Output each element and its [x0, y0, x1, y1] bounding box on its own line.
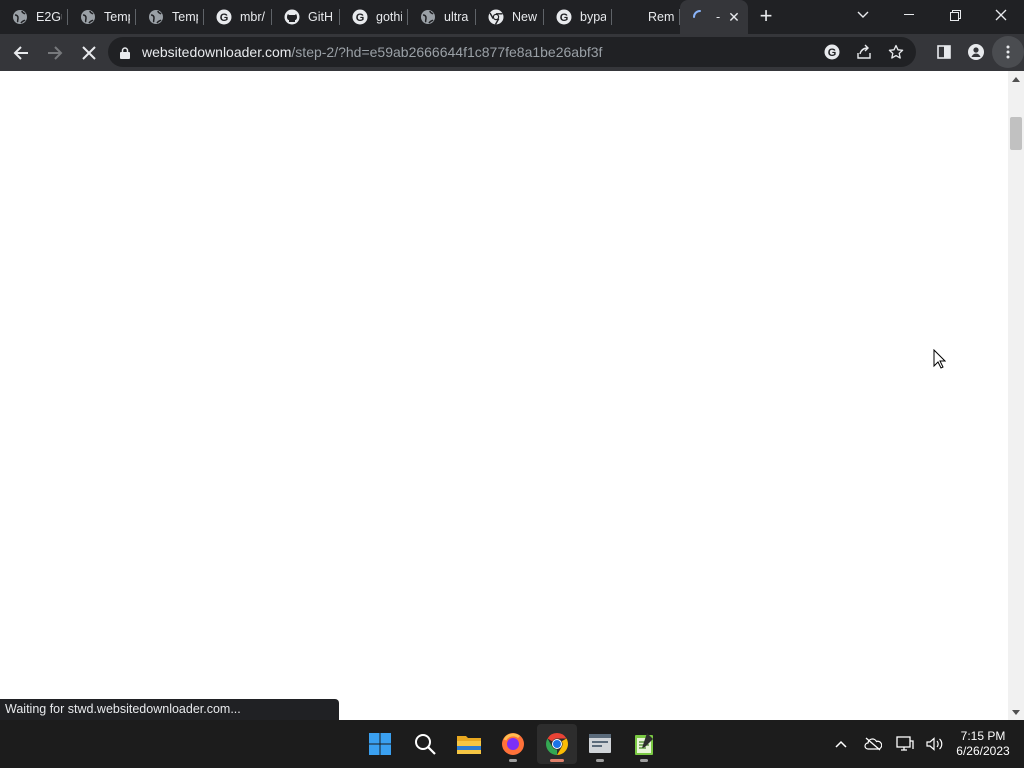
tab-label: bypa — [580, 10, 606, 24]
side-panel-icon[interactable] — [928, 36, 960, 68]
restore-button[interactable] — [932, 0, 978, 30]
tab-label: - — [716, 10, 720, 24]
url-domain: websitedownloader.com — [142, 44, 292, 60]
chevron-up-icon[interactable] — [826, 724, 856, 764]
status-bubble: Waiting for stwd.websitedownloader.com..… — [0, 699, 339, 720]
network-icon[interactable] — [890, 724, 920, 764]
tab-active[interactable]: - ✕ — [680, 0, 748, 34]
tab[interactable]: Temp — [136, 0, 204, 34]
url-text[interactable]: websitedownloader.com/step-2/?hd=e59ab26… — [142, 44, 602, 60]
tab-label: ultra — [444, 10, 469, 24]
share-icon[interactable] — [848, 37, 880, 67]
back-button[interactable] — [5, 37, 37, 69]
close-window-button[interactable] — [978, 0, 1024, 30]
system-tray — [826, 720, 950, 768]
stop-loading-button[interactable] — [73, 37, 105, 69]
close-tab-icon[interactable]: ✕ — [726, 9, 742, 25]
chrome-icon[interactable] — [537, 724, 577, 764]
search-icon[interactable] — [405, 724, 445, 764]
mouse-cursor-icon — [933, 348, 947, 374]
tab[interactable]: New — [476, 0, 544, 34]
blank-icon — [624, 9, 640, 25]
profile-avatar-icon[interactable] — [960, 36, 992, 68]
tab[interactable]: Temp — [68, 0, 136, 34]
vertical-scrollbar[interactable] — [1008, 71, 1024, 720]
windows-taskbar: 7:15 PM 6/26/2023 — [0, 720, 1024, 768]
forward-button[interactable] — [39, 37, 71, 69]
google-icon: G — [556, 9, 572, 25]
file-explorer-icon[interactable] — [449, 724, 489, 764]
tab[interactable]: GitH — [272, 0, 340, 34]
page-content — [0, 71, 1008, 720]
loading-spinner-icon — [692, 9, 708, 25]
start-icon[interactable] — [360, 724, 400, 764]
address-bar[interactable]: websitedownloader.com/step-2/?hd=e59ab26… — [108, 37, 916, 67]
tab-label: gothi — [376, 10, 402, 24]
tab[interactable]: ultra — [408, 0, 476, 34]
tab[interactable]: E2Gu — [0, 0, 68, 34]
tab[interactable]: G mbr/ — [204, 0, 272, 34]
new-tab-button[interactable]: + — [752, 3, 780, 31]
scroll-down-arrow-icon[interactable] — [1008, 704, 1024, 720]
lock-icon[interactable] — [120, 46, 130, 64]
tab-search-chevron-icon[interactable] — [840, 0, 886, 30]
browser-toolbar: websitedownloader.com/step-2/?hd=e59ab26… — [0, 34, 1024, 71]
tab[interactable]: Remo — [612, 0, 680, 34]
github-icon — [284, 9, 300, 25]
scroll-up-arrow-icon[interactable] — [1008, 71, 1024, 87]
onedrive-off-icon[interactable] — [858, 724, 888, 764]
kebab-menu-icon[interactable] — [992, 36, 1024, 68]
url-path: /step-2/?hd=e59ab2666644f1c877fe8a1be26a… — [291, 44, 603, 60]
svg-text:G: G — [220, 12, 229, 24]
clock-time: 7:15 PM — [960, 729, 1006, 743]
minimize-button[interactable] — [886, 0, 932, 30]
tab-label: Temp — [104, 10, 130, 24]
globe-icon — [148, 9, 164, 25]
tab-label: E2Gu — [36, 10, 62, 24]
bookmark-star-icon[interactable] — [880, 37, 912, 67]
svg-text:G: G — [560, 12, 569, 24]
tab-label: GitH — [308, 10, 333, 24]
tab[interactable]: G gothi — [340, 0, 408, 34]
tab[interactable]: G bypa — [544, 0, 612, 34]
svg-text:G: G — [828, 47, 837, 59]
taskbar-clock[interactable]: 7:15 PM 6/26/2023 — [950, 729, 1016, 759]
volume-icon[interactable] — [920, 724, 950, 764]
notepad-icon[interactable] — [624, 724, 664, 764]
firefox-icon[interactable] — [493, 724, 533, 764]
window-controls — [840, 0, 1024, 30]
google-icon: G — [352, 9, 368, 25]
tab-label: mbr/ — [240, 10, 265, 24]
chrome-icon — [488, 9, 504, 25]
globe-icon — [12, 9, 28, 25]
tab-label: Remo — [648, 10, 674, 24]
app-window-icon[interactable] — [580, 724, 620, 764]
svg-text:G: G — [356, 12, 365, 24]
globe-icon — [80, 9, 96, 25]
tab-label: New — [512, 10, 538, 24]
tab-label: Temp — [172, 10, 198, 24]
google-lens-icon[interactable]: G — [816, 37, 848, 67]
clock-date: 6/26/2023 — [956, 744, 1010, 758]
scrollbar-thumb[interactable] — [1010, 117, 1022, 150]
google-icon: G — [216, 9, 232, 25]
globe-icon — [420, 9, 436, 25]
